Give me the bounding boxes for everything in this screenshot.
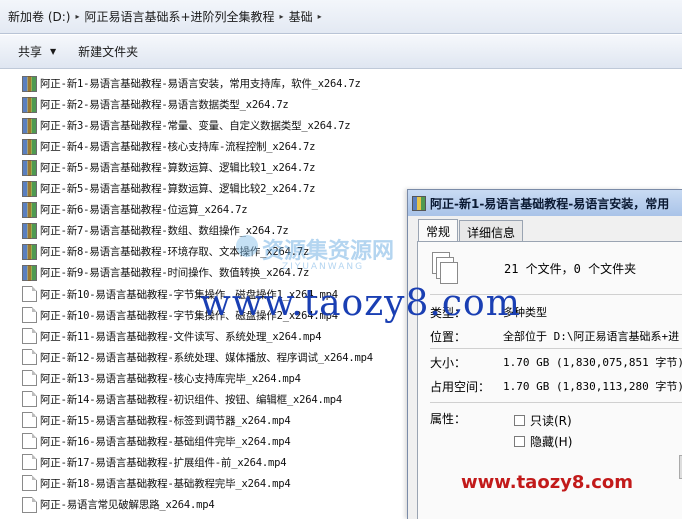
share-button[interactable]: 共享 ▼ bbox=[18, 43, 56, 60]
video-file-icon bbox=[22, 496, 37, 513]
chevron-down-icon: ▼ bbox=[50, 47, 57, 56]
video-file-icon bbox=[22, 349, 37, 366]
size-row: 大小： 1.70 GB (1,830,075,851 字节) bbox=[430, 354, 682, 371]
video-file-icon bbox=[22, 286, 37, 302]
size-label: 大小： bbox=[430, 356, 467, 370]
multiple-files-icon bbox=[432, 252, 458, 284]
logo-circle-icon bbox=[236, 235, 258, 257]
checkbox-box[interactable] bbox=[514, 436, 525, 447]
readonly-label: 只读(R) bbox=[530, 414, 572, 428]
file-row[interactable]: 阿正-新6-易语言基础教程-位运算_x264.7z bbox=[22, 199, 248, 220]
file-row[interactable]: 阿正-新16-易语言基础教程-基础组件完毕_x264.mp4 bbox=[22, 431, 291, 452]
archive-file-icon bbox=[22, 117, 37, 134]
file-name: 阿正-新5-易语言基础教程-算数运算、逻辑比较1_x264.7z bbox=[40, 162, 316, 175]
file-name: 阿正-新3-易语言基础教程-常量、变量、自定义数据类型_x264.7z bbox=[40, 120, 351, 133]
hidden-label: 隐藏(H) bbox=[530, 435, 573, 449]
file-row[interactable]: 阿正-新2-易语言基础教程-易语言数据类型_x264.7z bbox=[22, 94, 289, 115]
archive-file-icon bbox=[22, 180, 37, 197]
file-row[interactable]: 阿正-新3-易语言基础教程-常量、变量、自定义数据类型_x264.7z bbox=[22, 115, 351, 136]
file-row[interactable]: 阿正-易语言常见破解思路_x264.mp4 bbox=[22, 494, 215, 515]
video-file-icon bbox=[22, 307, 37, 324]
file-name: 阿正-新17-易语言基础教程-扩展组件-前_x264.mp4 bbox=[40, 456, 287, 469]
size-value: 1.70 GB (1,830,075,851 字节) bbox=[503, 356, 682, 369]
file-row[interactable]: 阿正-新5-易语言基础教程-算数运算、逻辑比较1_x264.7z bbox=[22, 157, 315, 178]
breadcrumb-current[interactable]: 基础 bbox=[289, 8, 313, 25]
new-folder-label: 新建文件夹 bbox=[78, 45, 139, 59]
location-row: 位置： 全部位于 D:\阿正易语言基础系+进 bbox=[430, 328, 682, 345]
breadcrumb-separator-icon[interactable]: ▸ bbox=[280, 12, 284, 21]
properties-dialog: 阿正-新1-易语言基础教程-易语言安装，常用 常规 详细信息 21 个文件，0 … bbox=[407, 189, 682, 519]
watermark-small: www.taozy8.com bbox=[461, 472, 634, 493]
divider bbox=[430, 402, 682, 403]
file-row[interactable]: 阿正-新5-易语言基础教程-算数运算、逻辑比较2_x264.7z bbox=[22, 178, 315, 199]
archive-file-icon bbox=[22, 96, 37, 113]
watermark-logo: 资源集资源网 ZIYUANWANG bbox=[236, 233, 395, 272]
archive-file-icon bbox=[22, 138, 37, 155]
archive-file-icon bbox=[22, 201, 37, 218]
command-toolbar: 共享 ▼ 新建文件夹 bbox=[0, 35, 682, 69]
video-file-icon bbox=[22, 475, 37, 492]
archive-file-icon bbox=[22, 243, 37, 260]
disk-size-label: 占用空间： bbox=[430, 380, 491, 394]
dialog-titlebar[interactable]: 阿正-新1-易语言基础教程-易语言安装，常用 bbox=[408, 190, 682, 216]
location-value: 全部位于 D:\阿正易语言基础系+进 bbox=[503, 330, 680, 343]
file-name: 阿正-新1-易语言基础教程-易语言安装，常用支持库，软件_x264.7z bbox=[40, 78, 361, 90]
watermark-large: www.taozy8.com bbox=[200, 283, 521, 324]
checkbox-box[interactable] bbox=[514, 415, 525, 426]
disk-size-value: 1.70 GB (1,830,113,280 字节) bbox=[503, 380, 682, 393]
dialog-tabs: 常规 详细信息 bbox=[418, 219, 524, 241]
readonly-checkbox[interactable]: 只读(R) bbox=[514, 412, 572, 429]
breadcrumb-drive[interactable]: 新加卷 (D:) bbox=[8, 8, 70, 25]
breadcrumb-folder[interactable]: 阿正易语言基础系+进阶列全集教程 bbox=[84, 8, 274, 25]
video-file-icon bbox=[22, 433, 37, 450]
file-name: 阿正-新6-易语言基础教程-位运算_x264.7z bbox=[40, 204, 248, 217]
video-file-icon bbox=[22, 328, 37, 345]
disk-size-row: 占用空间： 1.70 GB (1,830,113,280 字节) bbox=[430, 378, 682, 395]
address-bar[interactable]: 新加卷 (D:) ▸ 阿正易语言基础系+进阶列全集教程 ▸ 基础 ▸ bbox=[0, 0, 682, 34]
tab-general[interactable]: 常规 bbox=[418, 219, 459, 241]
file-row[interactable]: 阿正-新13-易语言基础教程-核心支持库完毕_x264.mp4 bbox=[22, 368, 301, 389]
file-name: 阿正-新18-易语言基础教程-基础教程完毕_x264.mp4 bbox=[40, 477, 291, 490]
file-row[interactable]: 阿正-新15-易语言基础教程-标签到调节器_x264.mp4 bbox=[22, 410, 291, 431]
divider bbox=[430, 348, 682, 349]
file-name: 阿正-易语言常见破解思路_x264.mp4 bbox=[40, 499, 215, 511]
file-name: 阿正-新2-易语言基础教程-易语言数据类型_x264.7z bbox=[40, 99, 289, 112]
hidden-checkbox[interactable]: 隐藏(H) bbox=[514, 433, 572, 450]
file-row[interactable]: 阿正-新11-易语言基础教程-文件读写、系统处理_x264.mp4 bbox=[22, 326, 322, 347]
file-name: 阿正-新5-易语言基础教程-算数运算、逻辑比较2_x264.7z bbox=[40, 183, 316, 196]
archive-file-icon bbox=[22, 264, 37, 281]
breadcrumb-separator-icon[interactable]: ▸ bbox=[75, 12, 79, 21]
breadcrumb-separator-icon[interactable]: ▸ bbox=[318, 12, 322, 21]
archive-file-icon bbox=[22, 159, 37, 176]
tab-details[interactable]: 详细信息 bbox=[459, 220, 524, 241]
video-file-icon bbox=[22, 454, 37, 471]
file-name: 阿正-新12-易语言基础教程-系统处理、媒体播放、程序调试_x264.mp4 bbox=[40, 351, 373, 364]
video-file-icon bbox=[22, 391, 37, 408]
archive-icon bbox=[412, 195, 426, 211]
dialog-title: 阿正-新1-易语言基础教程-易语言安装，常用 bbox=[430, 196, 670, 211]
file-row[interactable]: 阿正-新1-易语言基础教程-易语言安装，常用支持库，软件_x264.7z bbox=[22, 73, 361, 94]
file-row[interactable]: 阿正-新14-易语言基础教程-初识组件、按钮、编辑框_x264.mp4 bbox=[22, 389, 342, 410]
file-row[interactable]: 阿正-新12-易语言基础教程-系统处理、媒体播放、程序调试_x264.mp4 bbox=[22, 347, 373, 368]
file-name: 阿正-新14-易语言基础教程-初识组件、按钮、编辑框_x264.mp4 bbox=[40, 393, 343, 406]
file-name: 阿正-新11-易语言基础教程-文件读写、系统处理_x264.mp4 bbox=[40, 330, 322, 343]
video-file-icon bbox=[22, 370, 37, 387]
file-name: 阿正-新13-易语言基础教程-核心支持库完毕_x264.mp4 bbox=[40, 372, 301, 385]
new-folder-button[interactable]: 新建文件夹 bbox=[78, 43, 138, 60]
attributes-label: 属性： bbox=[430, 412, 467, 426]
video-file-icon bbox=[22, 412, 37, 429]
archive-file-icon bbox=[22, 75, 37, 92]
location-label: 位置： bbox=[430, 330, 467, 344]
file-name: 阿正-新15-易语言基础教程-标签到调节器_x264.mp4 bbox=[40, 414, 291, 427]
file-count-summary: 21 个文件，0 个文件夹 bbox=[504, 262, 637, 276]
file-name: 阿正-新16-易语言基础教程-基础组件完毕_x264.mp4 bbox=[40, 435, 291, 448]
file-name: 阿正-新4-易语言基础教程-核心支持库-流程控制_x264.7z bbox=[40, 141, 316, 154]
file-row[interactable]: 阿正-新4-易语言基础教程-核心支持库-流程控制_x264.7z bbox=[22, 136, 315, 157]
watermark-logo-main: 资源集资源网 bbox=[262, 239, 395, 264]
share-label: 共享 bbox=[18, 45, 43, 59]
file-row[interactable]: 阿正-新18-易语言基础教程-基础教程完毕_x264.mp4 bbox=[22, 473, 291, 494]
file-row[interactable]: 阿正-新17-易语言基础教程-扩展组件-前_x264.mp4 bbox=[22, 452, 287, 473]
archive-file-icon bbox=[22, 222, 37, 239]
